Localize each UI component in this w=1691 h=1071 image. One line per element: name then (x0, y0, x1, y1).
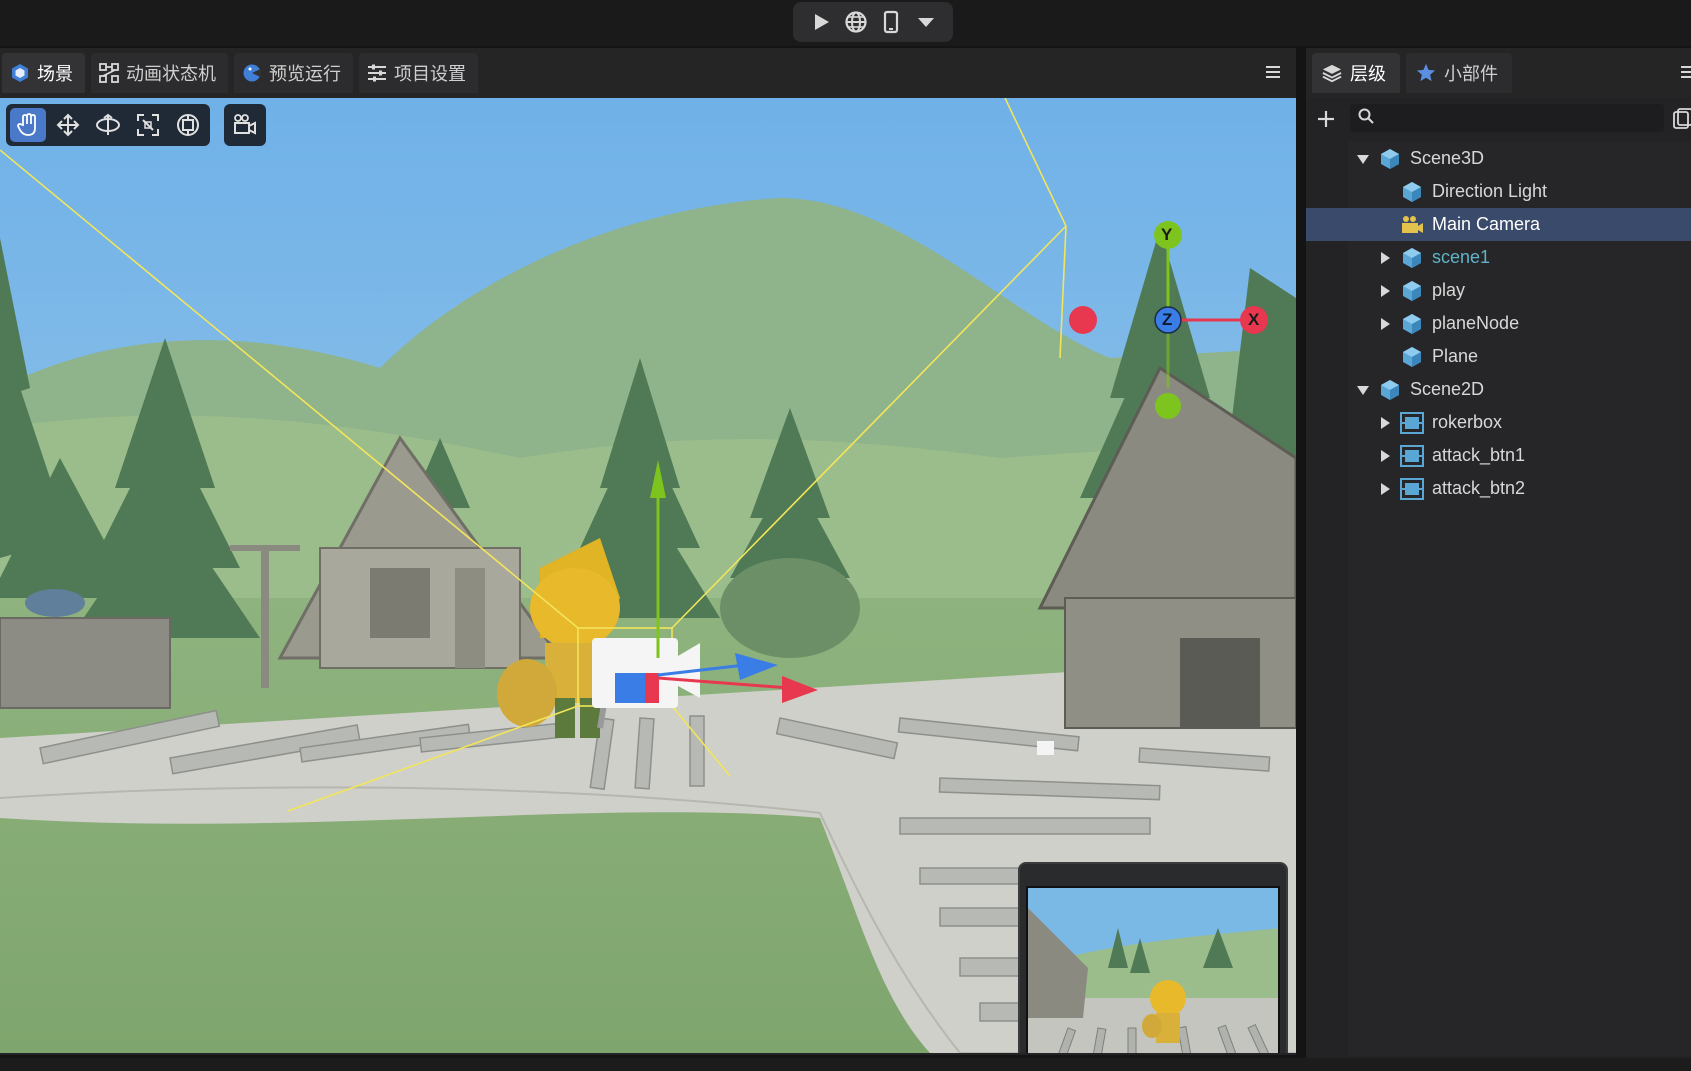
rect-tool-icon[interactable] (170, 108, 206, 142)
tree-node-label: Plane (1432, 346, 1479, 366)
hierarchy-tree: Scene3D Direction Light Main Camera scen… (1306, 142, 1691, 1056)
top-toolbar (0, 0, 1691, 46)
rotate-tool-icon[interactable] (90, 108, 126, 142)
chevron-down-icon[interactable] (911, 7, 941, 37)
scene-tab-bar: 场景 动画状态机 预览运行 项目设置 (0, 48, 1296, 98)
search-icon (1358, 108, 1374, 128)
tree-node-label: scene1 (1432, 247, 1491, 267)
gizmo-z-label[interactable]: Z (1162, 310, 1172, 330)
tab-label: 层级 (1350, 64, 1386, 85)
camera-view-icon[interactable] (224, 104, 266, 146)
tree-node-main-camera[interactable]: Main Camera (1306, 208, 1691, 241)
panel-menu-icon[interactable] (1264, 62, 1282, 82)
cube-icon (1400, 180, 1424, 204)
scale-tool-icon[interactable] (130, 108, 166, 142)
tree-node-label: Main Camera (1432, 214, 1541, 234)
tab-label: 动画状态机 (126, 64, 216, 85)
tab-scene[interactable]: 场景 (2, 53, 85, 93)
tree-node-direction-light[interactable]: Direction Light (1348, 175, 1691, 208)
run-controls (793, 2, 953, 42)
phone-icon[interactable] (876, 7, 906, 37)
camera-preview-image (1026, 886, 1280, 1053)
tab-label: 小部件 (1444, 64, 1498, 85)
expand-closed-icon[interactable] (1378, 284, 1392, 298)
expand-closed-icon[interactable] (1378, 449, 1392, 463)
tab-widgets[interactable]: 小部件 (1406, 53, 1512, 93)
sprite-box-icon (1400, 411, 1424, 435)
state-machine-icon (99, 63, 119, 83)
sprite-box-icon (1400, 444, 1424, 468)
expand-closed-icon[interactable] (1378, 317, 1392, 331)
tree-node-label: attack_btn1 (1432, 445, 1526, 465)
panel-menu-icon[interactable] (1679, 62, 1691, 82)
settings-sliders-icon (367, 63, 387, 83)
cube-icon (1400, 312, 1424, 336)
tab-animation-state-machine[interactable]: 动画状态机 (91, 53, 228, 93)
add-node-button[interactable] (1306, 99, 1346, 139)
hierarchy-search-row (1306, 98, 1691, 140)
preview-run-icon (242, 63, 262, 83)
sprite-box-icon (1400, 477, 1424, 501)
cube-icon (1400, 279, 1424, 303)
status-strip (0, 1058, 1691, 1071)
tree-node-play[interactable]: play (1348, 274, 1691, 307)
tree-node-label: Scene3D (1410, 148, 1485, 168)
tree-node-attack-btn1[interactable]: attack_btn1 (1348, 439, 1691, 472)
scene-viewport[interactable]: Y X Z (0, 98, 1296, 1053)
cube-icon (1400, 246, 1424, 270)
tree-node-label: Direction Light (1432, 181, 1548, 201)
transform-tools (6, 104, 210, 146)
tree-node-label: rokerbox (1432, 412, 1503, 432)
hierarchy-search (1350, 104, 1664, 132)
hand-tool-icon[interactable] (10, 108, 46, 142)
hierarchy-tab-bar: 层级 小部件 (1306, 48, 1691, 98)
search-input[interactable] (1380, 109, 1650, 127)
tree-node-scene2d[interactable]: Scene2D (1348, 373, 1691, 406)
camera-preview-window[interactable] (1018, 862, 1288, 1053)
copy-icon[interactable] (1672, 108, 1691, 130)
star-icon (1416, 63, 1436, 83)
expand-open-icon[interactable] (1356, 383, 1370, 397)
camera-icon (1400, 213, 1424, 237)
tree-node-rokerbox[interactable]: rokerbox (1348, 406, 1691, 439)
tab-hierarchy[interactable]: 层级 (1312, 53, 1400, 93)
tree-node-label: play (1432, 280, 1466, 300)
tab-label: 预览运行 (269, 64, 341, 85)
tab-label: 场景 (37, 64, 73, 85)
expand-closed-icon[interactable] (1378, 416, 1392, 430)
tree-node-plane[interactable]: Plane (1348, 340, 1691, 373)
tree-node-scene1[interactable]: scene1 (1348, 241, 1691, 274)
layers-icon (1322, 63, 1342, 83)
tree-node-scene3d[interactable]: Scene3D (1348, 142, 1691, 175)
tree-node-label: planeNode (1432, 313, 1520, 333)
tab-label: 项目设置 (394, 64, 466, 85)
tree-node-label: Scene2D (1410, 379, 1485, 399)
scene-icon (10, 63, 30, 83)
expand-closed-icon[interactable] (1378, 251, 1392, 265)
tab-preview-run[interactable]: 预览运行 (234, 53, 353, 93)
tree-node-attack-btn2[interactable]: attack_btn2 (1348, 472, 1691, 505)
cube-icon (1378, 147, 1402, 171)
scene-panel: 场景 动画状态机 预览运行 项目设置 Y X Z (0, 48, 1296, 1055)
tree-node-planenode[interactable]: planeNode (1348, 307, 1691, 340)
tab-project-settings[interactable]: 项目设置 (359, 53, 478, 93)
expand-closed-icon[interactable] (1378, 482, 1392, 496)
expand-open-icon[interactable] (1356, 152, 1370, 166)
hierarchy-panel: 层级 小部件 Scene3D Direction Light Main Came… (1306, 48, 1691, 1058)
tree-node-label: attack_btn2 (1432, 478, 1526, 498)
play-icon[interactable] (806, 7, 836, 37)
cube-icon (1400, 345, 1424, 369)
globe-icon[interactable] (841, 7, 871, 37)
move-tool-icon[interactable] (50, 108, 86, 142)
cube-icon (1378, 378, 1402, 402)
gizmo-x-label[interactable]: X (1248, 310, 1259, 330)
gizmo-y-label[interactable]: Y (1161, 225, 1172, 245)
